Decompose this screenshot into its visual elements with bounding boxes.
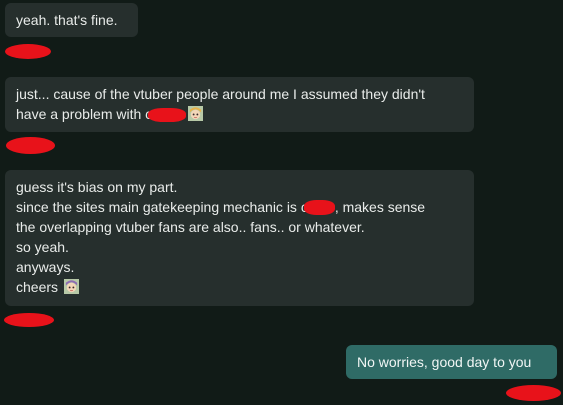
message-text: so yeah. xyxy=(16,239,69,255)
message-text: guess it's bias on my part. xyxy=(16,179,178,195)
redacted-username xyxy=(5,44,51,59)
incoming-message[interactable]: yeah. that's fine. xyxy=(5,3,138,37)
message-text: anyways. xyxy=(16,259,75,275)
message-text: yeah. that's fine. xyxy=(16,12,118,28)
anime-girl-emoji-icon xyxy=(188,106,204,121)
message-text: No worries, good day to you xyxy=(357,354,532,370)
outgoing-message[interactable]: No worries, good day to you xyxy=(346,345,557,379)
redacted-word xyxy=(148,108,187,122)
message-text-line: since the sites main gatekeeping mechani… xyxy=(16,197,463,217)
redacted-word xyxy=(303,200,335,215)
redacted-username xyxy=(506,385,561,401)
message-text: cheers xyxy=(16,279,59,295)
message-text: have a problem with c xyxy=(16,106,153,122)
incoming-message[interactable]: just... cause of the vtuber people aroun… xyxy=(5,77,474,132)
message-text: , makes sense xyxy=(334,199,426,215)
message-text: just... cause of the vtuber people aroun… xyxy=(16,86,425,102)
message-text-line: cheers xyxy=(16,277,463,297)
chat-log: yeah. that's fine. just... cause of the … xyxy=(0,0,563,405)
message-text-line: have a problem with c xyxy=(16,104,463,124)
incoming-message[interactable]: guess it's bias on my part. since the si… xyxy=(5,170,474,306)
redacted-username xyxy=(4,313,54,327)
redacted-username xyxy=(6,137,55,154)
anime-girl-emoji-icon xyxy=(63,279,79,294)
message-text: the overlapping vtuber fans are also.. f… xyxy=(16,219,365,235)
message-text: since the sites main gatekeeping mechani… xyxy=(16,199,308,215)
